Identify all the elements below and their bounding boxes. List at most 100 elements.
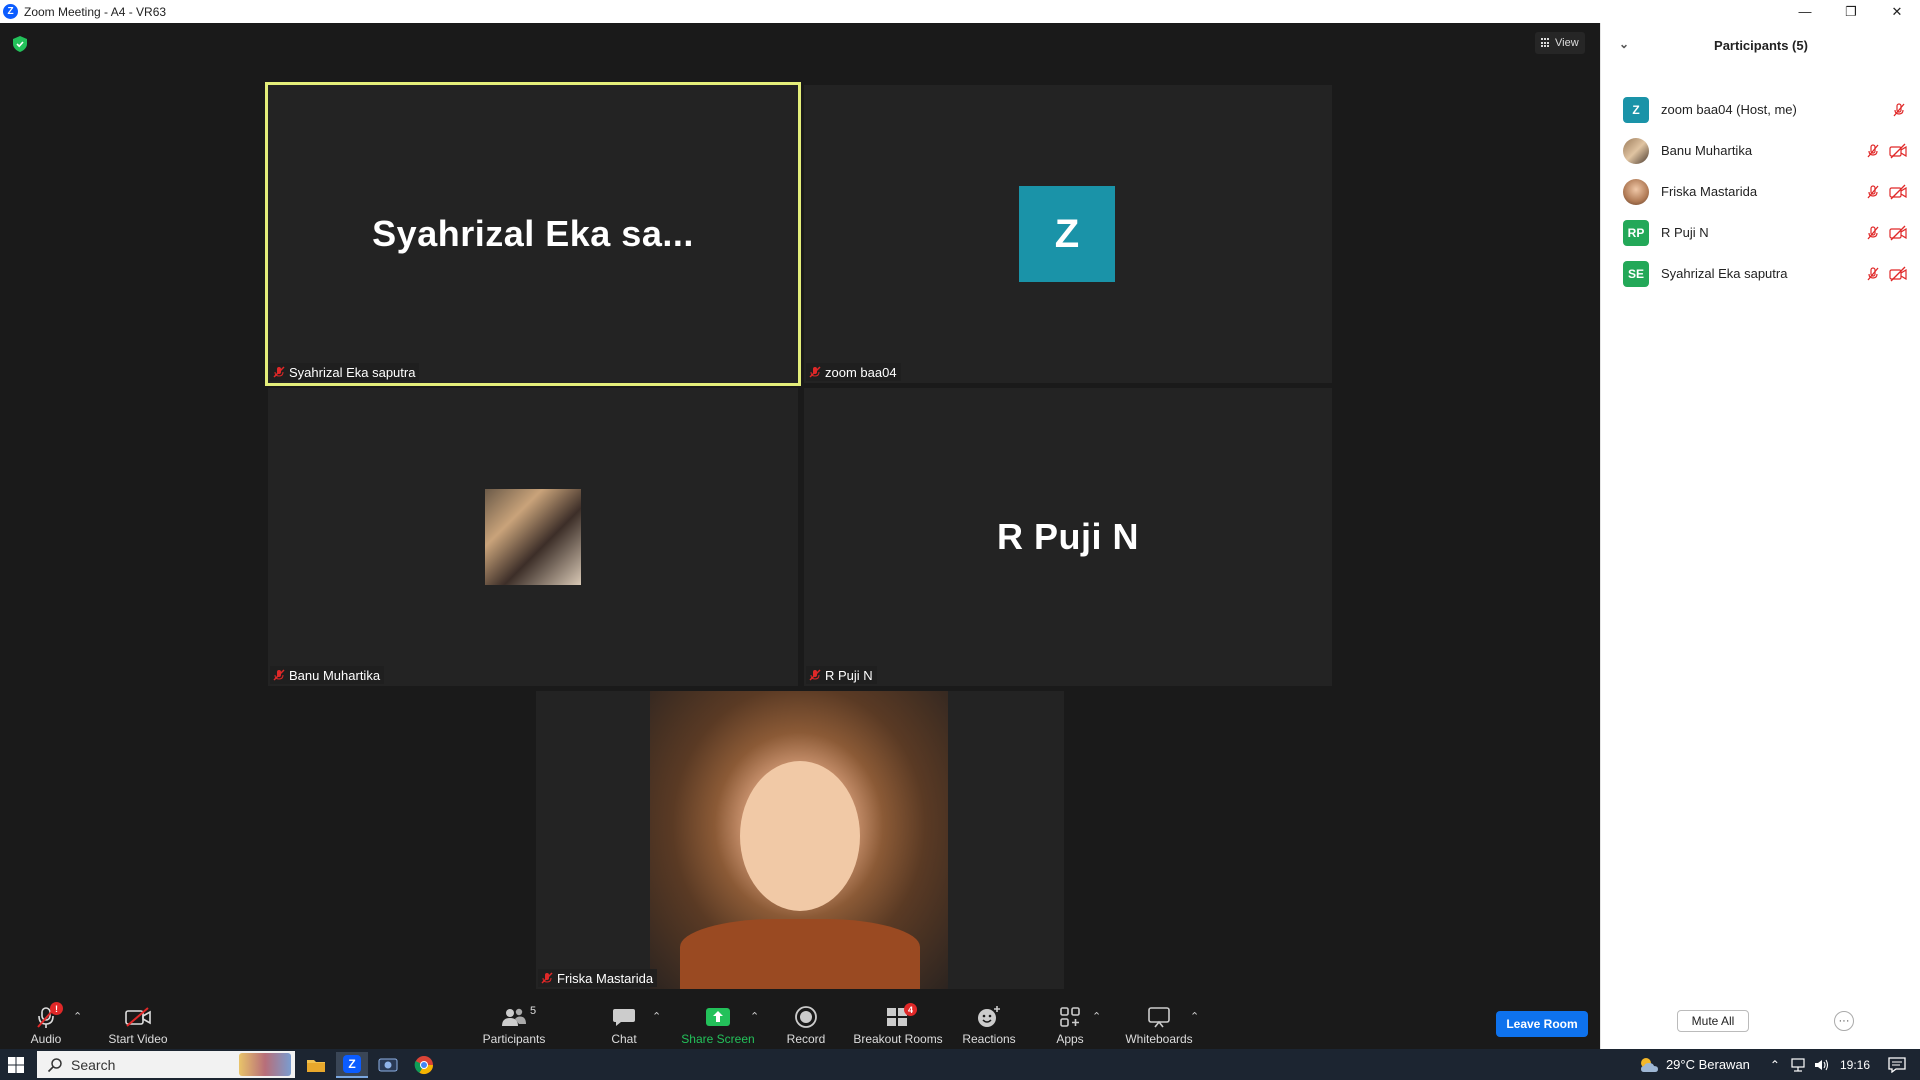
tile-name-text: Syahrizal Eka saputra xyxy=(289,364,416,380)
mute-all-button[interactable]: Mute All xyxy=(1677,1010,1749,1032)
video-feed xyxy=(650,691,948,989)
view-button-label: View xyxy=(1555,37,1579,49)
close-icon[interactable]: ✕ xyxy=(1874,0,1920,23)
tile-name-text: zoom baa04 xyxy=(825,364,897,380)
window-controls: — ❐ ✕ xyxy=(1782,0,1920,23)
search-placeholder: Search xyxy=(71,1056,116,1073)
participant-name: Syahrizal Eka saputra xyxy=(1661,266,1788,281)
avatar xyxy=(1623,178,1649,205)
reactions-icon xyxy=(978,1006,1000,1027)
audio-options-chevron-icon[interactable]: ⌃ xyxy=(73,1010,82,1023)
video-tile-zoom-baa04[interactable]: Z zoom baa04 xyxy=(804,85,1332,383)
grid-icon xyxy=(1541,38,1551,48)
audio-alert-badge: ! xyxy=(50,1002,63,1015)
system-tray: 29°C Berawan ⌃ 19:16 xyxy=(1638,1049,1920,1080)
video-tile-r-puji-n[interactable]: R Puji N R Puji N xyxy=(804,388,1332,686)
meeting-area: View Syahrizal Eka sa... Syahrizal Eka s… xyxy=(0,23,1600,1049)
audio-label: Audio xyxy=(30,1032,62,1046)
reactions-label: Reactions xyxy=(962,1032,1016,1046)
video-tile-banu[interactable]: Banu Muhartika xyxy=(268,388,798,686)
search-highlight-image xyxy=(239,1053,291,1076)
audio-button[interactable]: ! Audio xyxy=(26,1000,66,1049)
chat-button[interactable]: Chat xyxy=(606,1000,642,1049)
participants-label: Participants xyxy=(482,1032,546,1046)
collapse-chevron-icon[interactable]: ⌄ xyxy=(1619,37,1629,51)
muted-mic-icon xyxy=(541,972,553,984)
taskbar-search-box[interactable]: Search xyxy=(37,1051,295,1078)
tile-name-label: R Puji N xyxy=(806,666,877,684)
tile-name-label: Syahrizal Eka saputra xyxy=(270,363,420,381)
meeting-toolbar: ! Audio ⌃ Start Video 5 Participants Cha… xyxy=(0,1000,1600,1049)
share-screen-button[interactable]: Share Screen xyxy=(680,1000,756,1049)
window-title: Zoom Meeting - A4 - VR63 xyxy=(24,4,167,19)
muted-mic-icon[interactable] xyxy=(1865,184,1881,200)
chat-options-chevron-icon[interactable]: ⌃ xyxy=(652,1010,661,1023)
avatar xyxy=(485,489,581,585)
panel-header: ⌄ Participants (5) xyxy=(1601,23,1920,67)
muted-mic-icon xyxy=(273,669,285,681)
windows-taskbar: Search Z 29°C Berawan ⌃ 19:16 xyxy=(0,1049,1920,1080)
leave-room-button[interactable]: Leave Room xyxy=(1496,1011,1588,1037)
minimize-icon[interactable]: — xyxy=(1782,0,1828,23)
breakout-rooms-button[interactable]: 4 Breakout Rooms xyxy=(852,1000,944,1049)
share-screen-icon xyxy=(706,1008,730,1026)
participant-row[interactable]: Banu Muhartika xyxy=(1601,130,1920,171)
chrome-icon[interactable] xyxy=(408,1052,440,1078)
participant-row[interactable]: SE Syahrizal Eka saputra xyxy=(1601,253,1920,294)
participant-name: R Puji N xyxy=(1661,225,1709,240)
notifications-icon[interactable] xyxy=(1888,1056,1906,1073)
video-off-icon xyxy=(1889,266,1907,281)
apps-options-chevron-icon[interactable]: ⌃ xyxy=(1092,1010,1101,1023)
muted-mic-icon[interactable] xyxy=(1865,266,1881,282)
tile-name-label: Friska Mastarida xyxy=(538,969,658,987)
muted-mic-icon[interactable] xyxy=(1891,102,1907,118)
zoom-app-icon[interactable]: Z xyxy=(336,1052,368,1078)
file-explorer-icon[interactable] xyxy=(300,1052,332,1078)
muted-mic-icon xyxy=(809,366,821,378)
muted-mic-icon[interactable] xyxy=(1865,143,1881,159)
participants-count: 5 xyxy=(530,1005,537,1017)
avatar xyxy=(1623,137,1649,164)
more-options-button[interactable]: ··· xyxy=(1834,1011,1854,1031)
clock-time[interactable]: 19:16 xyxy=(1840,1058,1870,1072)
participants-button[interactable]: 5 Participants xyxy=(480,1000,548,1049)
avatar: Z xyxy=(1019,186,1115,282)
tray-expand-chevron-icon[interactable]: ⌃ xyxy=(1770,1058,1780,1072)
video-tile-friska[interactable]: Friska Mastarida xyxy=(536,691,1064,989)
record-button[interactable]: Record xyxy=(786,1000,826,1049)
record-label: Record xyxy=(786,1032,826,1046)
participant-row[interactable]: RP R Puji N xyxy=(1601,212,1920,253)
chat-label: Chat xyxy=(611,1032,637,1046)
weather-text[interactable]: 29°C Berawan xyxy=(1666,1057,1750,1072)
whiteboards-label: Whiteboards xyxy=(1125,1032,1193,1046)
apps-button[interactable]: Apps xyxy=(1054,1000,1086,1049)
participants-icon xyxy=(502,1008,526,1026)
tile-name-text: R Puji N xyxy=(825,667,873,683)
window-titlebar: Z Zoom Meeting - A4 - VR63 — ❐ ✕ xyxy=(0,0,1920,23)
shield-icon[interactable] xyxy=(13,36,27,52)
volume-icon[interactable] xyxy=(1814,1058,1830,1072)
tile-name-text: Banu Muhartika xyxy=(289,667,381,683)
whiteboards-button[interactable]: Whiteboards xyxy=(1124,1000,1194,1049)
view-button[interactable]: View xyxy=(1535,32,1585,54)
windows-start-icon[interactable] xyxy=(0,1049,32,1080)
share-options-chevron-icon[interactable]: ⌃ xyxy=(750,1010,759,1023)
tile-display-name: R Puji N xyxy=(996,516,1139,557)
start-video-button[interactable]: Start Video xyxy=(106,1000,170,1049)
restore-icon[interactable]: ❐ xyxy=(1828,0,1874,23)
zoom-logo-icon: Z xyxy=(3,4,18,19)
whiteboards-options-chevron-icon[interactable]: ⌃ xyxy=(1190,1010,1199,1023)
muted-mic-icon[interactable] xyxy=(1865,225,1881,241)
avatar: Z xyxy=(1623,96,1649,123)
share-screen-label: Share Screen xyxy=(681,1032,755,1046)
network-icon[interactable] xyxy=(1790,1057,1806,1072)
participant-row[interactable]: Friska Mastarida xyxy=(1601,171,1920,212)
camera-app-icon[interactable] xyxy=(372,1052,404,1078)
participant-row[interactable]: Z zoom baa04 (Host, me) xyxy=(1601,89,1920,130)
video-tile-syahrizal[interactable]: Syahrizal Eka sa... Syahrizal Eka saputr… xyxy=(265,82,801,386)
reactions-button[interactable]: Reactions xyxy=(962,1000,1016,1049)
apps-label: Apps xyxy=(1056,1032,1084,1046)
breakout-rooms-label: Breakout Rooms xyxy=(853,1032,943,1046)
avatar: RP xyxy=(1623,219,1649,246)
participant-name: Banu Muhartika xyxy=(1661,143,1753,158)
